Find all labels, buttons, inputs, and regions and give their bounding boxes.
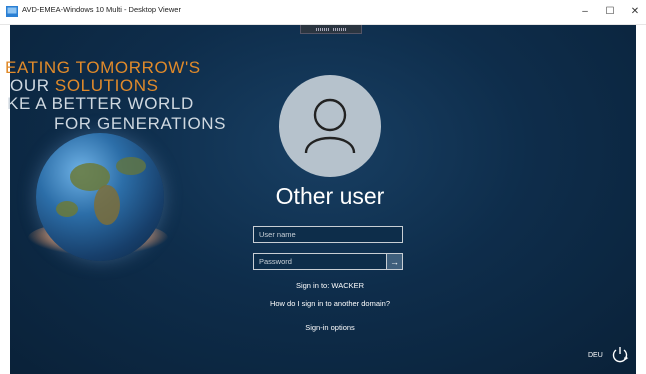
power-icon[interactable]	[611, 345, 629, 363]
earth-globe-icon	[36, 133, 164, 261]
slogan-line-4: FOR GENERATIONS	[54, 114, 226, 134]
submit-button[interactable]: →	[387, 253, 403, 270]
slogan-text: EATING TOMORROW'S	[5, 58, 201, 77]
app-icon	[6, 6, 18, 17]
slogan-line-1: EATING TOMORROW'S	[5, 58, 201, 78]
sign-in-options-link[interactable]: Sign-in options	[220, 323, 440, 332]
maximize-button[interactable]: ☐	[597, 2, 623, 20]
arrow-right-icon: →	[390, 256, 399, 267]
right-border	[636, 25, 646, 374]
slogan-text: OUR	[10, 76, 50, 95]
slogan-text: KE A BETTER WORLD	[7, 94, 194, 113]
slogan-line-3: KE A BETTER WORLD	[7, 94, 194, 114]
connection-grip-icon	[315, 27, 330, 31]
password-field[interactable]	[253, 253, 387, 270]
username-field[interactable]	[253, 226, 403, 243]
window-title: AVD-EMEA-Windows 10 Multi - Desktop View…	[22, 5, 181, 14]
login-user-title: Other user	[275, 183, 385, 209]
user-avatar	[279, 75, 381, 177]
connection-grip-icon	[332, 27, 347, 31]
title-bar: AVD-EMEA-Windows 10 Multi - Desktop View…	[0, 0, 646, 25]
avatar-icon	[304, 98, 356, 154]
minimize-button[interactable]: –	[572, 2, 598, 20]
connection-bar[interactable]	[300, 25, 362, 34]
slogan-line-2: OUR SOLUTIONS	[10, 76, 159, 96]
another-domain-link[interactable]: How do I sign in to another domain?	[220, 299, 440, 308]
close-button[interactable]: ✕	[622, 2, 646, 20]
slogan-text: SOLUTIONS	[54, 76, 159, 95]
remote-desktop[interactable]: EATING TOMORROW'S OUR SOLUTIONS KE A BET…	[0, 25, 646, 374]
language-indicator[interactable]: DEU	[588, 352, 603, 359]
sign-in-domain-text: Sign in to: WACKER	[295, 281, 365, 290]
slogan-text: FOR GENERATIONS	[54, 114, 227, 133]
globe-image	[36, 133, 164, 261]
